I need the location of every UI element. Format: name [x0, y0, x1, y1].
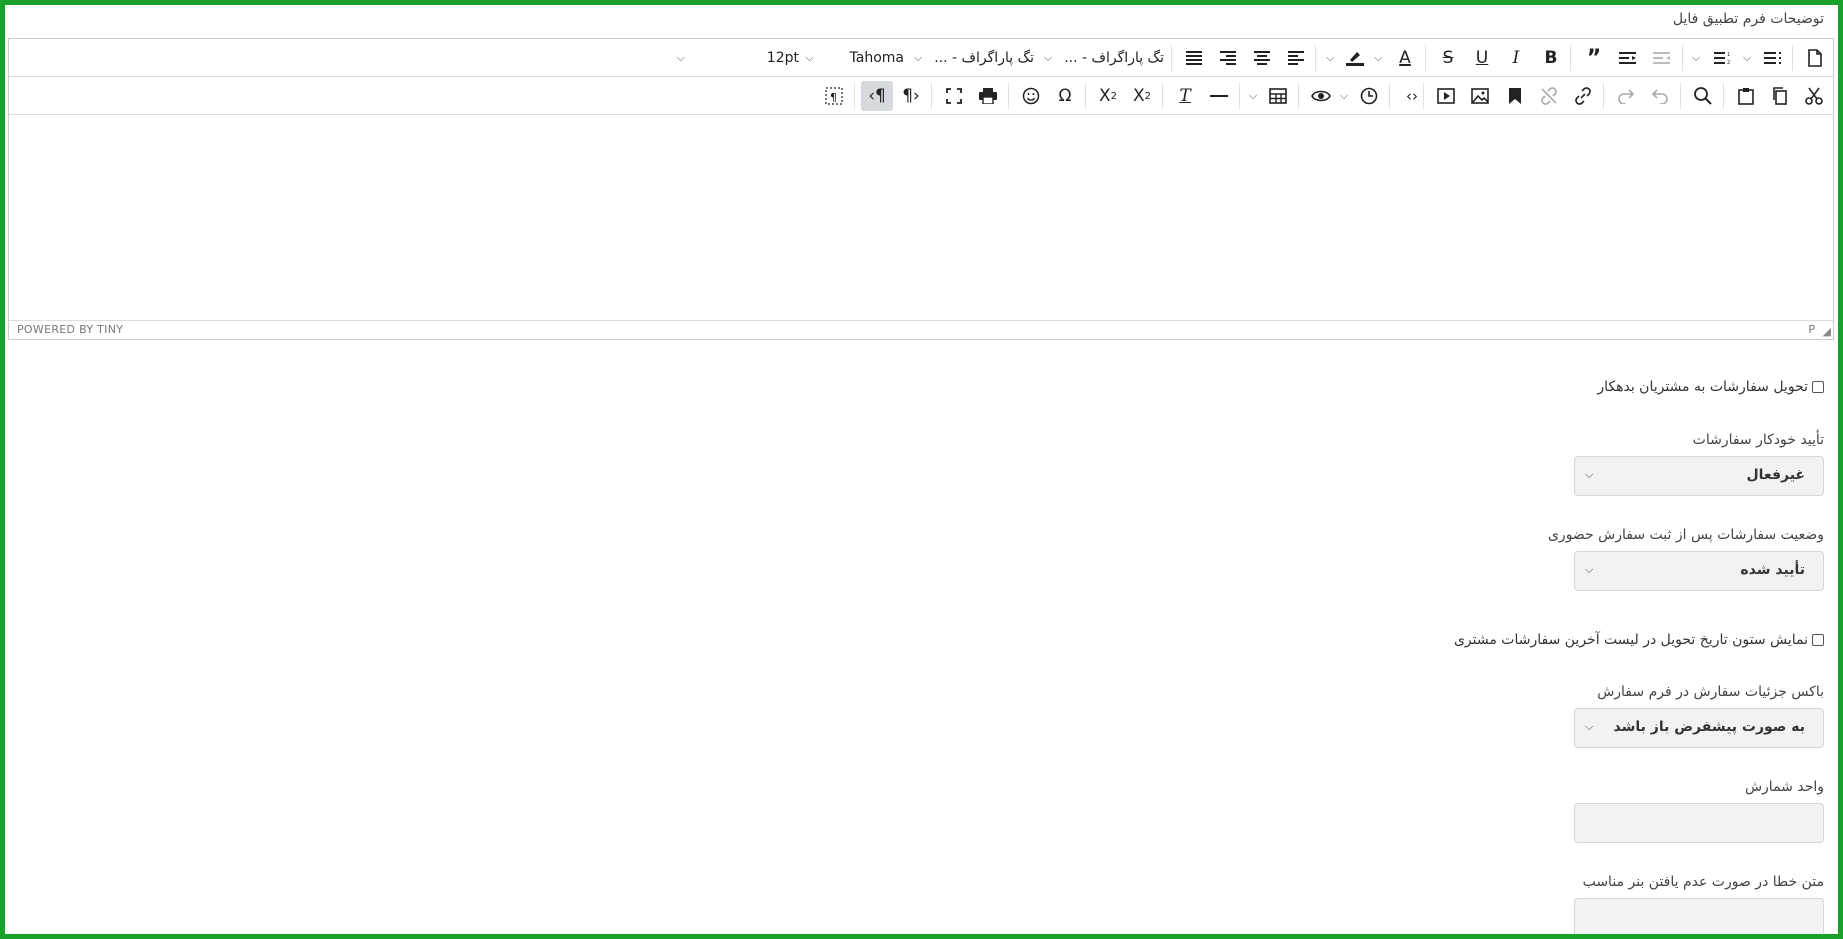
in-person-status-select[interactable]: تأیید شده ⌵ [1574, 551, 1824, 591]
link-icon[interactable] [1567, 81, 1599, 111]
order-details-box-select[interactable]: به صورت پیشفرض باز باشد ⌵ [1574, 708, 1824, 748]
superscript-icon[interactable]: X2 [1092, 81, 1124, 111]
count-unit-label: واحد شمارش [1744, 779, 1824, 795]
new-document-icon[interactable] [1799, 43, 1831, 73]
align-right-icon[interactable] [1212, 43, 1244, 73]
in-person-status-value: تأیید شده [1740, 562, 1805, 578]
powered-by-label[interactable]: POWERED BY TINY [17, 323, 123, 336]
rtl-icon[interactable]: ‹¶ [861, 81, 893, 111]
emoji-icon[interactable] [1015, 81, 1047, 111]
blockquote-icon[interactable]: ” [1578, 43, 1610, 73]
font-size-select[interactable]: 12pt ⌵ [649, 43, 799, 73]
outdent-icon[interactable] [1646, 43, 1678, 73]
indent-icon[interactable] [1612, 43, 1644, 73]
auto-confirm-select[interactable]: غیرفعال ⌵ [1574, 456, 1824, 496]
bullet-list-icon[interactable] [1757, 43, 1789, 73]
show-delivery-date-row: نمایش ستون تاریخ تحویل در لیست آخرین سفا… [1454, 632, 1824, 648]
chevron-down-icon: ⌵ [805, 51, 814, 64]
chevron-down-icon: ⌵ [1585, 468, 1594, 481]
visual-chars-icon[interactable]: ¶ [818, 81, 850, 111]
strikethrough-icon[interactable]: S [1432, 43, 1464, 73]
paste-icon[interactable] [1730, 81, 1762, 111]
clear-formatting-icon[interactable]: T [1169, 81, 1201, 111]
chevron-down-icon: ⌵ [1585, 720, 1594, 733]
bold-icon[interactable]: B [1535, 43, 1567, 73]
editor-content-area[interactable] [9, 116, 1833, 320]
highlight-color-icon[interactable] [1339, 43, 1371, 73]
date-time-icon[interactable] [1353, 81, 1385, 111]
search-icon[interactable] [1687, 81, 1719, 111]
font-size-value: 12pt [766, 50, 799, 66]
unlink-icon[interactable] [1533, 81, 1565, 111]
block-format-1-value: تگ پاراگراف - ... [1064, 50, 1164, 66]
auto-confirm-value: غیرفعال [1746, 467, 1805, 483]
svg-text:¶: ¶ [830, 91, 837, 104]
special-character-icon[interactable]: Ω [1049, 81, 1081, 111]
image-icon[interactable] [1464, 81, 1496, 111]
rich-text-editor: ⌵ 12 ⌵ ” B I U S A ⌵ ⌵ تگ پاراگراف - ...… [8, 38, 1834, 340]
page-frame: توضیحات فرم تطبیق فایل ⌵ 12 ⌵ ” B I U S … [0, 0, 1843, 939]
ltr-icon[interactable]: ¶› [895, 81, 927, 111]
align-left-icon[interactable] [1280, 43, 1312, 73]
table-icon[interactable] [1262, 81, 1294, 111]
deliver-debtors-row: تحویل سفارشات به مشتریان بدهکار [1597, 379, 1824, 395]
element-path[interactable]: P [1808, 323, 1815, 336]
numbered-list-icon[interactable]: 12 [1707, 43, 1739, 73]
deliver-debtors-checkbox[interactable] [1812, 381, 1824, 393]
order-details-box-value: به صورت پیشفرض باز باشد [1613, 719, 1805, 735]
media-icon[interactable] [1430, 81, 1462, 111]
toolbar-row-2: ‹› ⌵ ⌵ T X2 X2 Ω ¶› ‹¶ ¶ [9, 77, 1833, 115]
underline-icon[interactable]: U [1466, 43, 1498, 73]
horizontal-line-icon[interactable] [1203, 81, 1235, 111]
in-person-status-label: وضعیت سفارشات پس از ثبت سفارش حضوری [1547, 527, 1824, 543]
preview-chevron-down-icon[interactable]: ⌵ [1337, 81, 1351, 111]
italic-icon[interactable]: I [1500, 43, 1532, 73]
count-unit-input[interactable] [1574, 803, 1824, 843]
toolbar-row-1: ⌵ 12 ⌵ ” B I U S A ⌵ ⌵ تگ پاراگراف - ...… [9, 39, 1833, 77]
undo-icon[interactable] [1644, 81, 1676, 111]
order-details-box-label: باکس جزئیات سفارش در فرم سفارش [1597, 684, 1824, 700]
chevron-down-icon: ⌵ [913, 51, 923, 64]
chevron-down-icon: ⌵ [1585, 563, 1594, 576]
editor-label: توضیحات فرم تطبیق فایل [1672, 11, 1824, 27]
copy-icon[interactable] [1764, 81, 1796, 111]
show-delivery-date-label: نمایش ستون تاریخ تحویل در لیست آخرین سفا… [1453, 632, 1808, 648]
editor-statusbar: POWERED BY TINY P ◢ [9, 320, 1833, 339]
bullet-list-chevron-down-icon[interactable]: ⌵ [1740, 43, 1754, 73]
block-format-2-value: تگ پاراگراف - ... [934, 50, 1034, 66]
resize-handle-icon[interactable]: ◢ [1823, 325, 1831, 338]
chevron-down-icon: ⌵ [1043, 51, 1053, 64]
deliver-debtors-label: تحویل سفارشات به مشتریان بدهکار [1597, 379, 1808, 395]
cut-icon[interactable] [1798, 81, 1830, 111]
highlight-color-chevron-down-icon[interactable]: ⌵ [1323, 43, 1337, 73]
align-center-icon[interactable] [1246, 43, 1278, 73]
preview-icon[interactable] [1305, 81, 1337, 111]
banner-error-input[interactable] [1574, 898, 1824, 934]
numbered-list-chevron-down-icon[interactable]: ⌵ [1689, 43, 1703, 73]
justify-icon[interactable] [1178, 43, 1210, 73]
text-color-chevron-down-icon[interactable]: ⌵ [1371, 43, 1385, 73]
code-icon[interactable]: ‹› [1396, 81, 1428, 111]
text-color-icon[interactable]: A [1389, 43, 1421, 73]
print-icon[interactable] [972, 81, 1004, 111]
subscript-icon[interactable]: X2 [1126, 81, 1158, 111]
block-format-select-1[interactable]: تگ پاراگراف - ... ⌵ [1039, 43, 1164, 73]
table-chevron-down-icon[interactable]: ⌵ [1246, 81, 1260, 111]
auto-confirm-label: تأیید خودکار سفارشات [1692, 432, 1824, 448]
redo-icon[interactable] [1610, 81, 1642, 111]
chevron-down-icon: ⌵ [676, 51, 685, 64]
block-format-select-2[interactable]: تگ پاراگراف - ... ⌵ [909, 43, 1034, 73]
svg-text:2: 2 [1727, 60, 1730, 65]
fullscreen-icon[interactable] [938, 81, 970, 111]
font-family-value: Tahoma [849, 50, 904, 66]
show-delivery-date-checkbox[interactable] [1812, 634, 1824, 646]
bookmark-icon[interactable] [1499, 81, 1531, 111]
banner-error-label: متن خطا در صورت عدم یافتن بنر مناسب [1582, 874, 1824, 890]
svg-text:1: 1 [1727, 52, 1730, 58]
